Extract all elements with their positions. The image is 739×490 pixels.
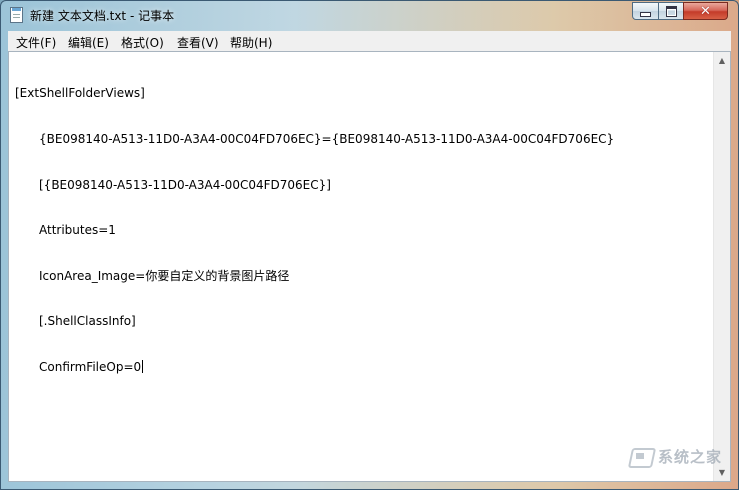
text-line: [{BE098140-A513-11D0-A3A4-00C04FD706EC}] <box>39 177 331 192</box>
text-line: {BE098140-A513-11D0-A3A4-00C04FD706EC}={… <box>39 132 615 146</box>
text-line: [ExtShellFolderViews] <box>15 86 145 101</box>
close-icon: ✕ <box>700 3 711 19</box>
notepad-icon[interactable] <box>10 7 23 23</box>
text-line: [.ShellClassInfo] <box>39 314 136 329</box>
watermark-logo-icon <box>628 445 654 467</box>
title-bar[interactable]: 新建 文本文档.txt - 记事本 ✕ <box>1 1 738 30</box>
watermark: 系统之家 <box>628 445 722 467</box>
menu-file[interactable]: 文件(F) <box>16 34 56 51</box>
text-caret <box>142 359 144 373</box>
text-line: ConfirmFileOp=0 <box>39 359 142 374</box>
window-title: 新建 文本文档.txt - 记事本 <box>30 9 175 23</box>
arrow-up-icon[interactable]: ▲ <box>714 52 730 69</box>
menu-bar: 文件(F) 编辑(E) 格式(O) 查看(V) 帮助(H) <box>8 31 731 52</box>
vertical-scrollbar[interactable]: ▲ ▼ <box>713 52 730 481</box>
close-button[interactable]: ✕ <box>683 2 728 20</box>
maximize-icon <box>665 5 677 17</box>
minimize-icon <box>640 11 651 17</box>
watermark-text: 系统之家 <box>657 447 722 466</box>
text-content[interactable]: [ExtShellFolderViews] {BE098140-A513-11D… <box>15 56 713 406</box>
minimize-button[interactable] <box>632 2 659 20</box>
text-line: Attributes=1 <box>39 223 116 238</box>
maximize-button[interactable] <box>658 2 684 20</box>
text-line-last: ConfirmFileOp=0 <box>15 359 713 375</box>
notepad-window: 新建 文本文档.txt - 记事本 ✕ 文件(F) 编辑(E) 格式(O) 查看… <box>0 0 739 490</box>
text-line: IconArea_Image=你要自定义的背景图片路径 <box>39 268 290 283</box>
menu-view[interactable]: 查看(V) <box>177 34 219 51</box>
menu-edit[interactable]: 编辑(E) <box>68 34 109 51</box>
text-editor[interactable]: [ExtShellFolderViews] {BE098140-A513-11D… <box>8 51 731 482</box>
menu-format[interactable]: 格式(O) <box>121 34 164 51</box>
menu-help[interactable]: 帮助(H) <box>230 34 272 51</box>
